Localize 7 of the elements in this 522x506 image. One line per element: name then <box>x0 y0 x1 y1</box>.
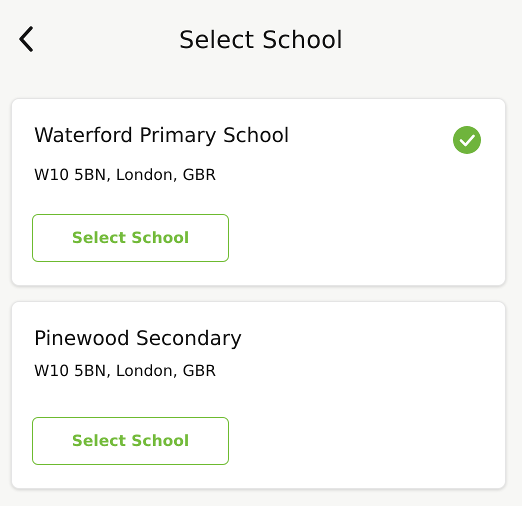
school-address: W10 5BN, London, GBR <box>34 362 218 380</box>
school-address: W10 5BN, London, GBR <box>34 166 218 184</box>
school-name: Waterford Primary School <box>34 123 290 147</box>
school-card[interactable]: Pinewood Secondary W10 5BN, London, GBR Select School <box>11 301 506 489</box>
school-card[interactable]: Waterford Primary School W10 5BN, London, GBR Select School <box>11 98 506 286</box>
screen-title: Select School <box>179 26 343 54</box>
school-name: Pinewood Secondary <box>34 326 242 350</box>
